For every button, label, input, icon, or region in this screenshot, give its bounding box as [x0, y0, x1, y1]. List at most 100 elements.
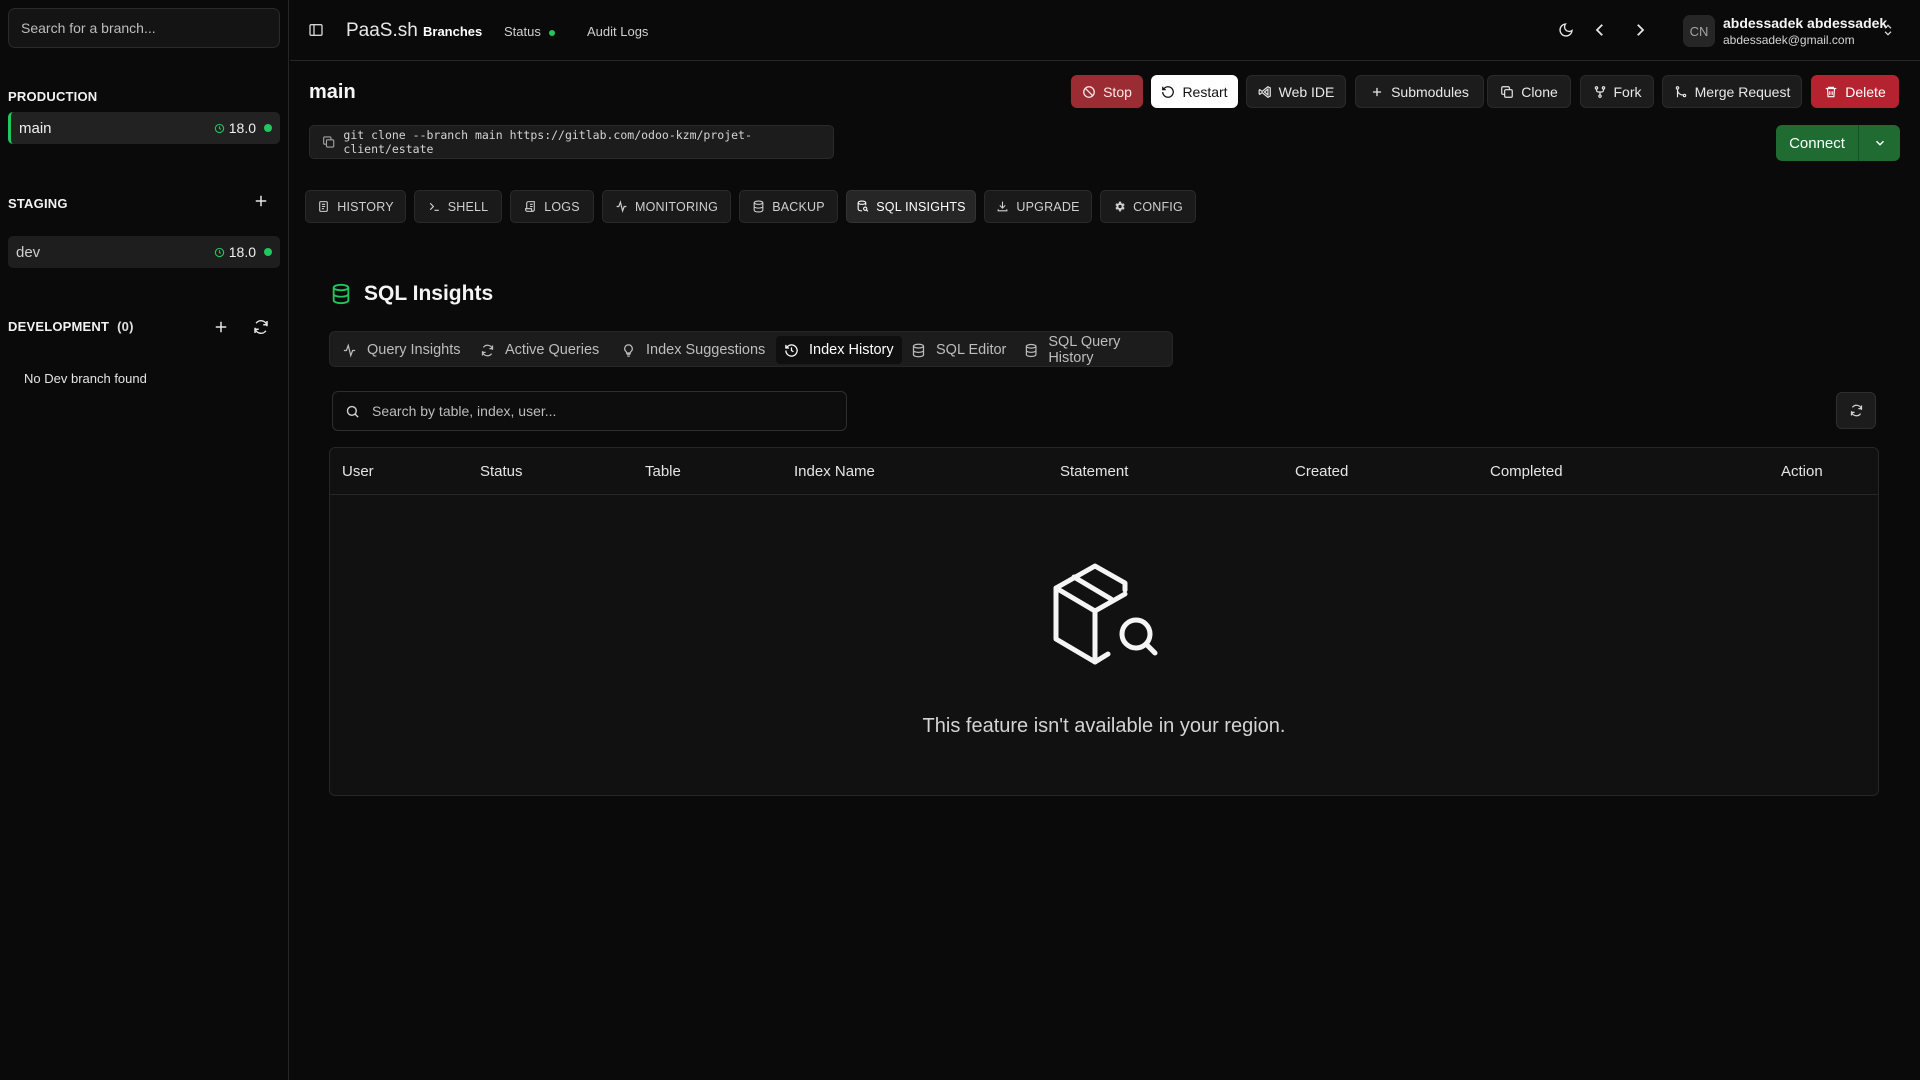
- development-section-title: DEVELOPMENT (0): [8, 319, 134, 334]
- web-ide-button[interactable]: Web IDE: [1246, 75, 1346, 108]
- rotate-ccw-icon: [1161, 85, 1175, 99]
- tab-config[interactable]: CONFIG: [1100, 190, 1196, 223]
- git-fork-icon: [1593, 85, 1607, 99]
- chevron-down-icon: [1873, 136, 1887, 150]
- nav-branches[interactable]: Branches: [423, 24, 482, 39]
- branch-name: main: [19, 119, 52, 137]
- git-merge-icon: [1674, 85, 1688, 99]
- version-icon: [214, 123, 225, 134]
- user-name[interactable]: abdessadek abdessadek: [1723, 15, 1887, 31]
- add-development-icon[interactable]: [212, 318, 230, 336]
- subtab-sql-query-history[interactable]: SQL Query History: [1016, 334, 1172, 366]
- subtab-label: SQL Query History: [1048, 334, 1121, 366]
- refresh-icon: [480, 343, 495, 358]
- tab-label: HISTORY: [337, 199, 394, 214]
- moon-icon[interactable]: [1558, 22, 1574, 38]
- delete-button[interactable]: Delete: [1811, 75, 1899, 108]
- tab-history[interactable]: HISTORY: [305, 190, 406, 223]
- column-header-table[interactable]: Table: [645, 463, 681, 480]
- column-header-completed[interactable]: Completed: [1490, 463, 1563, 480]
- merge-request-button[interactable]: Merge Request: [1662, 75, 1802, 108]
- clone-command-box[interactable]: git clone --branch main https://gitlab.c…: [309, 125, 834, 159]
- trash-icon: [1824, 85, 1838, 99]
- history-icon: [317, 200, 330, 213]
- tab-upgrade[interactable]: UPGRADE: [984, 190, 1092, 223]
- forward-arrow-icon[interactable]: [1631, 21, 1649, 39]
- tab-label: LOGS: [544, 199, 580, 214]
- column-header-user[interactable]: User: [342, 463, 374, 480]
- tab-shell[interactable]: SHELL: [414, 190, 502, 223]
- connect-button-group: Connect: [1776, 125, 1900, 161]
- column-header-status[interactable]: Status: [480, 463, 523, 480]
- development-count: (0): [117, 319, 134, 334]
- download-icon: [996, 200, 1009, 213]
- subtab-query-insights[interactable]: Query Insights: [334, 336, 469, 364]
- top-bar: PaaS.sh Branches Status Audit Logs CN ab…: [290, 0, 1920, 61]
- sidebar-toggle-icon[interactable]: [308, 22, 324, 38]
- tab-backup[interactable]: BACKUP: [739, 190, 838, 223]
- clone-label: Clone: [1521, 83, 1558, 100]
- table-search-input[interactable]: [372, 403, 834, 419]
- refresh-button[interactable]: [1836, 392, 1876, 429]
- column-header-action[interactable]: Action: [1781, 463, 1823, 480]
- copy-icon[interactable]: [322, 135, 335, 149]
- user-email: abdessadek@gmail.com: [1723, 33, 1855, 47]
- connect-button[interactable]: Connect: [1776, 125, 1858, 161]
- staging-section-title: STAGING: [8, 196, 68, 211]
- subtab-active-queries[interactable]: Active Queries: [472, 336, 607, 364]
- production-section-title: PRODUCTION: [8, 89, 98, 104]
- ban-icon: [1082, 85, 1096, 99]
- branch-item-dev[interactable]: dev 18.0: [8, 236, 280, 268]
- chevron-up-down-icon[interactable]: [1881, 23, 1895, 37]
- package-search-icon: [1051, 557, 1159, 673]
- no-dev-branch-message: No Dev branch found: [24, 371, 147, 386]
- tab-monitoring[interactable]: MONITORING: [602, 190, 731, 223]
- version-label: 18.0: [228, 244, 256, 260]
- column-header-statement[interactable]: Statement: [1060, 463, 1128, 480]
- sql-insights-title: SQL Insights: [364, 282, 494, 305]
- vscode-icon: [1258, 85, 1272, 99]
- version-icon: [214, 247, 225, 258]
- column-header-created[interactable]: Created: [1295, 463, 1348, 480]
- subtab-sql-editor[interactable]: SQL Editor: [903, 336, 1014, 364]
- database-icon: [911, 343, 926, 358]
- table-header: User Status Table Index Name Statement C…: [330, 448, 1878, 495]
- brand-logo-text[interactable]: PaaS.sh: [346, 20, 418, 42]
- lightbulb-icon: [621, 343, 636, 358]
- tab-label: UPGRADE: [1016, 199, 1080, 214]
- refresh-icon[interactable]: [252, 318, 270, 336]
- nav-status[interactable]: Status: [504, 24, 555, 39]
- restart-label: Restart: [1182, 83, 1228, 100]
- refresh-icon: [1849, 403, 1864, 418]
- restart-button[interactable]: Restart: [1151, 75, 1238, 108]
- back-arrow-icon[interactable]: [1591, 21, 1609, 39]
- avatar[interactable]: CN: [1683, 15, 1715, 47]
- search-icon: [345, 404, 360, 419]
- stop-label: Stop: [1103, 83, 1132, 100]
- column-header-index-name[interactable]: Index Name: [794, 463, 875, 480]
- branch-item-main[interactable]: main 18.0: [8, 112, 280, 144]
- database-backup-icon: [752, 200, 765, 213]
- subtab-label: SQL Editor: [936, 342, 1007, 358]
- stop-button[interactable]: Stop: [1071, 75, 1143, 108]
- fork-button[interactable]: Fork: [1580, 75, 1654, 108]
- plus-icon: [1370, 85, 1384, 99]
- subtab-index-suggestions[interactable]: Index Suggestions: [613, 336, 773, 364]
- submodules-button[interactable]: Submodules: [1355, 75, 1484, 108]
- clone-command-text: git clone --branch main https://gitlab.c…: [343, 128, 752, 156]
- branch-search-input[interactable]: [8, 8, 280, 48]
- nav-audit-logs[interactable]: Audit Logs: [587, 24, 648, 39]
- add-staging-icon[interactable]: [252, 192, 270, 210]
- empty-state-message: This feature isn't available in your reg…: [922, 715, 1286, 737]
- tab-sql-insights[interactable]: SQL INSIGHTS: [846, 190, 976, 223]
- merge-request-label: Merge Request: [1694, 83, 1791, 100]
- activity-icon: [342, 342, 357, 358]
- connect-dropdown-button[interactable]: [1858, 125, 1900, 161]
- index-history-table: User Status Table Index Name Statement C…: [329, 447, 1879, 796]
- subtab-label: Index History: [809, 342, 894, 358]
- sql-insights-header: SQL Insights: [330, 282, 493, 306]
- clone-button[interactable]: Clone: [1487, 75, 1571, 108]
- subtab-index-history[interactable]: Index History: [776, 336, 902, 364]
- sql-subtabs: Query Insights Active Queries Index Sugg…: [329, 331, 1173, 367]
- tab-logs[interactable]: LOGS: [510, 190, 594, 223]
